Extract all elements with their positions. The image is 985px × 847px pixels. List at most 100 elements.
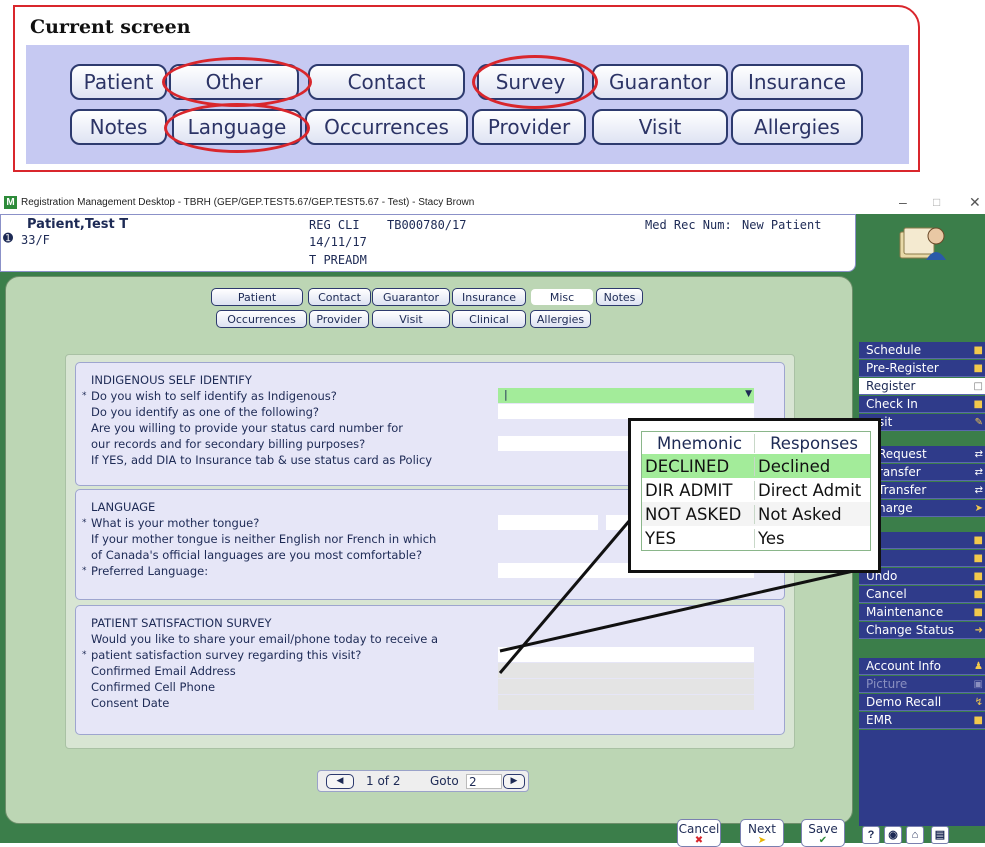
tab-insurance[interactable]: Insurance (452, 288, 526, 306)
action-picture[interactable]: Picture ▣ (859, 676, 985, 693)
survey-question-1: Would you like to share your email/phone… (91, 632, 439, 646)
consent-date-label: Consent Date (91, 696, 170, 710)
identify-field[interactable] (498, 404, 754, 419)
tab-provider[interactable]: Provider (309, 310, 369, 328)
required-marker: * (82, 566, 87, 576)
previous-page-button[interactable]: ◀ (326, 774, 354, 789)
old-tab-contact[interactable]: Contact (308, 64, 465, 100)
goto-label: Goto (430, 774, 459, 788)
action-emr[interactable]: EMR ■ (859, 712, 985, 729)
mother-tongue-field[interactable] (498, 515, 598, 530)
old-tab-provider[interactable]: Provider (472, 109, 586, 145)
status-card-question-1: Are you willing to provide your status c… (91, 421, 404, 435)
table-header: Mnemonic Responses (642, 432, 870, 454)
response-cell: Yes (754, 528, 870, 548)
app-logo-icon: M (4, 196, 17, 209)
document-icon: □ (973, 381, 983, 392)
window-titlebar: M Registration Management Desktop - TBRH… (0, 193, 985, 214)
old-tab-visit[interactable]: Visit (592, 109, 728, 145)
patient-folder-icon[interactable] (896, 220, 952, 264)
old-tab-notes[interactable]: Notes (70, 109, 167, 145)
action-cancel[interactable]: Cancel ■ (859, 586, 985, 603)
old-tab-guarantor[interactable]: Guarantor (592, 64, 728, 100)
patient-photo-area (856, 214, 985, 336)
action-demo-recall[interactable]: Demo Recall ↯ (859, 694, 985, 711)
action-change-status[interactable]: Change Status ➜ (859, 622, 985, 639)
window-title: Registration Management Desktop - TBRH (… (21, 197, 475, 208)
info-icon[interactable]: ➊ (3, 231, 13, 245)
official-language-question-1: If your mother tongue is neither English… (91, 532, 437, 546)
old-tab-insurance[interactable]: Insurance (731, 64, 863, 100)
action-pre-register[interactable]: Pre-Register ■ (859, 360, 985, 377)
survey-section: PATIENT SATISFACTION SURVEY Would you li… (75, 605, 785, 735)
email-field[interactable] (498, 663, 754, 678)
help-button[interactable]: ? (862, 826, 880, 844)
identify-question: Do you identify as one of the following? (91, 405, 320, 419)
action-maintenance[interactable]: Maintenance ■ (859, 604, 985, 621)
action-account-info[interactable]: Account Info ♟ (859, 658, 985, 675)
med-rec-label: Med Rec Num: (645, 218, 732, 232)
old-tab-survey[interactable]: Survey (477, 64, 584, 100)
action-check-in[interactable]: Check In ■ (859, 396, 985, 413)
section-heading: INDIGENOUS SELF IDENTIFY (91, 373, 252, 387)
tab-contact[interactable]: Contact (308, 288, 371, 306)
action-register[interactable]: Register □ (859, 378, 985, 395)
home-icon[interactable]: ⌂ (906, 826, 924, 844)
action-label: Pre-Register (866, 361, 939, 375)
page-navigator: ◀ 1 of 2 Goto 2 ▶ (317, 770, 529, 792)
close-button[interactable]: ✕ (969, 194, 981, 211)
table-row[interactable]: DECLINED Declined (642, 454, 870, 478)
tab-guarantor[interactable]: Guarantor (372, 288, 450, 306)
chevron-down-icon[interactable]: ▼ (745, 389, 752, 399)
card-icon[interactable]: ▤ (931, 826, 949, 844)
transfer-icon: ⇄ (974, 485, 983, 496)
section-heading: PATIENT SATISFACTION SURVEY (91, 616, 272, 630)
account-number: TB000780/17 (387, 218, 467, 232)
tab-occurrences[interactable]: Occurrences (216, 310, 307, 328)
cell-phone-field[interactable] (498, 679, 754, 694)
mnemonic-cell: DECLINED (645, 456, 730, 476)
table-row[interactable]: DIR ADMIT Direct Admit (642, 478, 870, 502)
preferred-language-label: Preferred Language: (91, 564, 209, 578)
tab-clinical[interactable]: Clinical (452, 310, 526, 328)
next-page-button[interactable]: ▶ (503, 774, 525, 789)
response-lookup-callout: Mnemonic Responses DECLINED Declined DIR… (628, 418, 881, 573)
tab-notes[interactable]: Notes (596, 288, 643, 306)
tab-misc[interactable]: Misc (530, 288, 594, 306)
tab-visit[interactable]: Visit (372, 310, 450, 328)
goto-input[interactable]: 2 (466, 774, 502, 789)
indigenous-select[interactable]: | ▼ (498, 388, 754, 403)
survey-response-field[interactable] (498, 647, 754, 662)
old-tab-other[interactable]: Other (169, 64, 299, 100)
table-row[interactable]: NOT ASKED Not Asked (642, 502, 870, 526)
minimize-button[interactable]: – (899, 194, 907, 210)
dia-instruction: If YES, add DIA to Insurance tab & use s… (91, 453, 433, 467)
action-column-filler (859, 730, 985, 826)
action-label: Schedule (866, 343, 922, 357)
transfer-icon: ⇄ (974, 449, 983, 460)
arrow-right-icon: ▶ (510, 776, 518, 786)
consent-date-field[interactable] (498, 695, 754, 710)
table-row[interactable]: YES Yes (642, 526, 870, 550)
response-cell: Not Asked (754, 504, 870, 524)
patient-name: Patient,Test T (27, 217, 129, 232)
survey-question-2: patient satisfaction survey regarding th… (91, 648, 362, 662)
maximize-button[interactable]: □ (933, 195, 940, 209)
required-marker: * (82, 650, 87, 660)
indigenous-select-value: | (504, 388, 508, 401)
old-tab-occurrences[interactable]: Occurrences (305, 109, 468, 145)
globe-icon[interactable]: ◉ (884, 826, 902, 844)
old-tab-language[interactable]: Language (172, 109, 302, 145)
patient-header: ➊ Patient,Test T 33/F REG CLI TB000780/1… (0, 214, 856, 272)
action-label: Cancel (866, 587, 907, 601)
old-tab-allergies[interactable]: Allergies (731, 109, 863, 145)
old-tab-patient[interactable]: Patient (70, 64, 167, 100)
action-schedule[interactable]: Schedule ■ (859, 342, 985, 359)
med-rec-value: New Patient (742, 218, 822, 232)
x-icon: ✖ (694, 835, 704, 846)
tab-patient[interactable]: Patient (211, 288, 303, 306)
picture-icon: ▣ (973, 679, 983, 690)
tab-allergies[interactable]: Allergies (530, 310, 591, 328)
check-icon: ✔ (818, 835, 828, 846)
folder-icon: ■ (973, 535, 983, 546)
